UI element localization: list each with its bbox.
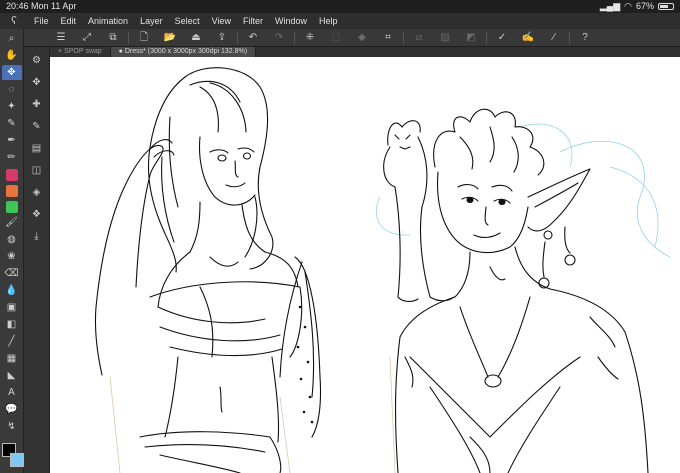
airbrush-tool-icon[interactable]: ◍ [2, 232, 22, 247]
transform-icon[interactable]: ⤢ [79, 31, 95, 45]
layers-icon[interactable]: ◈ [28, 185, 46, 201]
crop-icon[interactable]: ⌗ [380, 31, 396, 45]
brush-settings-icon[interactable]: ✍ [520, 31, 536, 45]
pen-pressure-icon[interactable]: ✓ [494, 31, 510, 45]
blend-tool-icon[interactable]: 💧 [2, 283, 22, 298]
export-icon[interactable]: ⇪ [214, 31, 230, 45]
color-indicator[interactable] [2, 443, 24, 469]
command-bar: ☰ ⤢ ⧉ 🗋 📂 ⏏ ⇪ ↶ ↷ ⁜ ⬚ ◆ ⌗ ⧄ ▨ ◩ ✓ ✍ ⁄ ? [0, 29, 680, 47]
text-tool-icon[interactable]: A [2, 385, 22, 400]
open-icon[interactable]: 📂 [162, 31, 178, 45]
import-icon[interactable]: ⤓ [28, 229, 46, 245]
menu-animation[interactable]: Animation [82, 16, 134, 26]
drawing-canvas[interactable] [50, 57, 680, 473]
menu-window[interactable]: Window [269, 16, 313, 26]
eyedropper-tool-icon[interactable]: ✎ [2, 116, 22, 131]
line-art-illustration [94, 67, 671, 473]
stabilizer-icon[interactable]: ⁄ [546, 31, 562, 45]
signal-icon: ▂▄▆ [599, 1, 621, 11]
status-date: Mon 11 Apr [31, 1, 77, 11]
status-time: 20:46 [6, 1, 29, 11]
ruler-off-icon[interactable]: ⧄ [411, 31, 427, 45]
status-time-date: 20:46 Mon 11 Apr [6, 0, 76, 13]
menu-bar: ʕ File Edit Animation Layer Select View … [0, 13, 680, 29]
wifi-icon: ◠ [624, 1, 632, 11]
scarf-dots [296, 305, 314, 424]
layer-property-icon[interactable]: ▤ [28, 141, 46, 157]
color-swatch-1[interactable] [5, 185, 18, 197]
menu-help[interactable]: Help [313, 16, 344, 26]
snap-grid-icon[interactable]: ◩ [463, 31, 479, 45]
select-all-icon[interactable]: ⬚ [328, 31, 344, 45]
undo-icon[interactable]: ↶ [245, 31, 261, 45]
menu-select[interactable]: Select [169, 16, 206, 26]
app-logo-icon[interactable]: ʕ [0, 15, 28, 27]
menu-file[interactable]: File [28, 16, 55, 26]
sub-tool-palette: ⚙ ✥ ✚ ✎ ▤ ◫ ◈ ❖ ⤓ [24, 47, 50, 473]
decoration-tool-icon[interactable]: ❀ [2, 249, 22, 264]
navigator-icon[interactable]: ◫ [28, 163, 46, 179]
sub-color-chip[interactable] [10, 453, 24, 467]
cat-figure [383, 120, 455, 302]
ios-status-bar: 20:46 Mon 11 Apr ▂▄▆ ◠ 67% [0, 0, 680, 13]
zoom-tool-icon[interactable]: ⌕ [2, 31, 22, 46]
snap-icon[interactable]: ▨ [437, 31, 453, 45]
clear-selection-icon[interactable]: ⁜ [302, 31, 318, 45]
sub-tool-settings-icon[interactable]: ⚙ [28, 53, 46, 69]
gradient-tool-icon[interactable]: ◧ [2, 317, 22, 332]
move-object-icon[interactable]: ✚ [28, 97, 46, 113]
menu-edit[interactable]: Edit [55, 16, 83, 26]
move-tool-icon[interactable]: ✥ [28, 75, 46, 91]
lasso-tool-icon[interactable]: ◌ [2, 82, 22, 97]
help-icon[interactable]: ? [577, 31, 593, 45]
status-right: ▂▄▆ ◠ 67% [600, 0, 674, 13]
frame-tool-icon[interactable]: ▦ [2, 351, 22, 366]
new-canvas-icon[interactable]: 🗋 [136, 31, 152, 45]
battery-icon [658, 3, 674, 10]
color-swatch-2[interactable] [5, 201, 18, 213]
fill-icon[interactable]: ◆ [354, 31, 370, 45]
color-swatch-0[interactable] [5, 169, 18, 181]
tab-spop-swap[interactable]: × SPOP swap [50, 47, 111, 57]
correct-line-tool-icon[interactable]: ↯ [2, 419, 22, 434]
pencil-tool-icon[interactable]: ✏ [2, 150, 22, 165]
menu-view[interactable]: View [206, 16, 237, 26]
redo-icon[interactable]: ↷ [271, 31, 287, 45]
document-tabs: × SPOP swap ● Dress* (3000 x 3000px 300d… [50, 47, 680, 57]
battery-percent: 67% [635, 1, 654, 11]
brush-tool-icon[interactable]: 🖌 [2, 215, 22, 230]
left-figure [94, 67, 322, 473]
eraser-tool-icon[interactable]: ⌫ [2, 266, 22, 281]
balloon-tool-icon[interactable]: 💬 [2, 402, 22, 417]
material-icon[interactable]: ❖ [28, 207, 46, 223]
menu-icon[interactable]: ☰ [53, 31, 69, 45]
cut-icon[interactable]: ⧉ [105, 31, 121, 45]
magic-wand-tool-icon[interactable]: ✦ [2, 99, 22, 114]
tool-palette: ⌕ ✋ ✥ ◌ ✦ ✎ ✒ ✏ 🖌 ◍ ❀ ⌫ 💧 ▣ ◧ ╱ ▦ ◣ A 💬 ↯ [0, 29, 24, 473]
tab-dress[interactable]: ● Dress* (3000 x 3000px 300dpi 132.8%) [110, 47, 257, 57]
sketch-construction-lines [109, 356, 396, 473]
fill-tool-icon[interactable]: ▣ [2, 300, 22, 315]
figure-tool-icon[interactable]: ╱ [2, 334, 22, 349]
save-icon[interactable]: ⏏ [188, 31, 204, 45]
tool-property-icon[interactable]: ✎ [28, 119, 46, 135]
menu-filter[interactable]: Filter [237, 16, 269, 26]
pen-tool-icon[interactable]: ✒ [2, 133, 22, 148]
move-layer-tool-icon[interactable]: ✥ [1, 65, 22, 80]
hand-tool-icon[interactable]: ✋ [2, 48, 22, 63]
menu-layer[interactable]: Layer [134, 16, 169, 26]
ruler-tool-icon[interactable]: ◣ [2, 368, 22, 383]
right-figure [394, 108, 649, 473]
